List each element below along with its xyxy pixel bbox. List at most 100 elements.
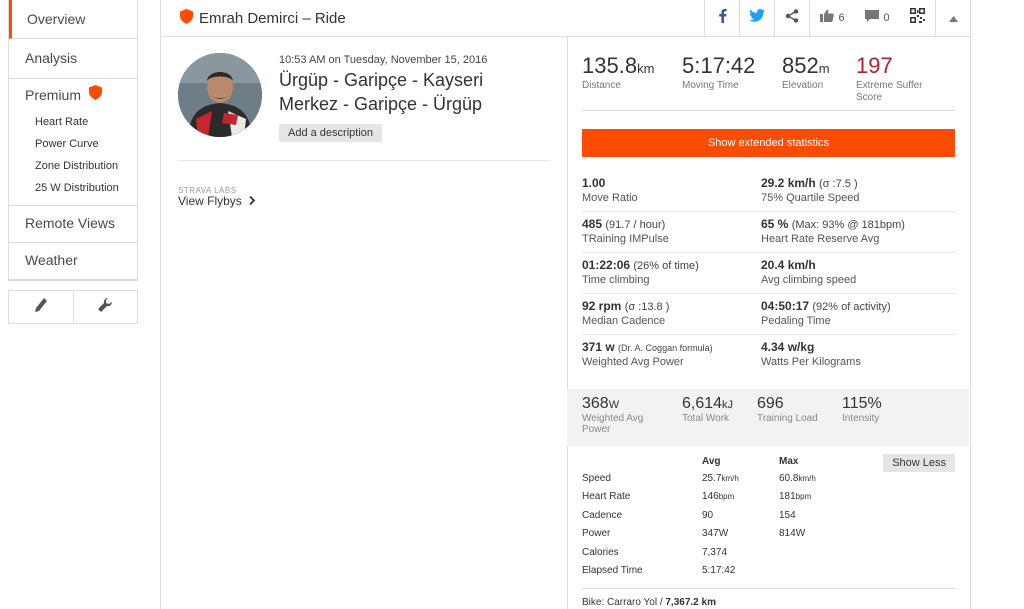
training-load-label: Training Load [757,413,818,424]
show-less-button[interactable]: Show Less [883,454,955,472]
activity-title: Ürgüp - Garipçe - Kayseri Merkez - Garip… [279,70,484,114]
max-value: 154 [779,509,796,521]
extended-stat-value: 20.4 km/h [761,258,816,272]
table-row: Speed 25.7km/h 60.8km/h [582,469,859,488]
activity-header-title: Emrah Demirci – Ride [199,9,346,27]
table-row: Cadence 90 154 [582,506,859,525]
edit-button[interactable] [9,291,73,323]
moving-time-label: Moving Time [682,80,739,91]
max-unit: W [795,528,806,540]
avg-unit: W [718,528,729,540]
table-row: Elapsed Time 5:17:42 [582,562,859,581]
table-row: Calories 7,374 [582,543,859,562]
thumbs-up-icon [820,9,835,27]
extended-stat-value: 485 [582,217,603,231]
elevation-label: Elevation [782,80,824,91]
extended-stat: 04:50:17 (92% of activity) Pedaling Time [761,294,955,335]
sidebar-item-zone-distribution[interactable]: Zone Distribution [9,155,137,177]
extended-stat-label: TRaining IMPulse [582,233,669,245]
share-icon [785,8,799,28]
avg-column-header: Avg [702,455,721,467]
sidebar-item-overview[interactable]: Overview [9,0,137,39]
wrench-icon [97,297,113,318]
comments-button[interactable]: 0 [855,0,900,36]
elevation-stat: 852m Elevation [782,54,856,110]
distance-unit: km [637,61,655,76]
max-column-header: Max [779,455,799,467]
row-label: Calories [582,546,619,558]
extended-stat: 20.4 km/h Avg climbing speed [761,253,955,294]
comment-icon [865,9,880,27]
avg-value: 25.7 [702,472,722,484]
collapse-button[interactable] [935,0,970,36]
moving-time-stat: 5:17:42 Moving Time [682,54,782,110]
view-flybys-link[interactable]: View Flybys [178,194,256,208]
twitter-icon [749,9,765,27]
extended-stat-label: Time climbing [582,274,650,286]
avg-value: 146 [702,491,719,503]
share-facebook-button[interactable] [704,0,739,36]
show-extended-statistics-button[interactable]: Show extended statistics [582,129,955,157]
sidebar-premium-section: Premium Heart Rate Power Curve Zone Dist… [9,79,137,206]
sidebar: Overview Analysis Premium Heart Rate Pow… [8,0,138,324]
extended-stat-label: Heart Rate Reserve Avg [761,233,880,245]
share-twitter-button[interactable] [739,0,774,36]
bike-info: Bike: Carraro Yol / 7,367.2 km [582,588,955,608]
extended-stat: 485 (91.7 / hour) TRaining IMPulse [582,212,761,253]
actions-button[interactable] [72,291,138,323]
extended-stat-value: 04:50:17 [761,299,810,313]
row-label: Elapsed Time [582,565,643,577]
extended-stat-label: Median Cadence [582,315,666,327]
suffer-score-stat: 197 Extreme Suffer Score [856,54,946,110]
comments-count: 0 [883,12,890,24]
suffer-score-value: 197 [856,53,893,78]
extended-stat-value: 01:22:06 [582,258,631,272]
athlete-avatar[interactable] [178,53,262,137]
extended-stat-value: 29.2 km/h [761,176,816,190]
row-label: Cadence [582,509,623,521]
weighted-power-unit: W [608,399,620,411]
elevation-unit: m [818,61,830,76]
facebook-icon [718,8,727,28]
extended-stat: 01:22:06 (26% of time) Time climbing [582,253,761,294]
extended-stat-note: (91.7 / hour) [605,219,666,231]
divider [178,160,550,161]
extended-stat-note: (26% of time) [633,260,699,272]
qr-code-button[interactable] [900,0,935,36]
bike-distance: 7,367.2 km [665,597,716,608]
view-flybys-label: View Flybys [178,194,242,208]
sidebar-item-power-curve[interactable]: Power Curve [9,133,137,155]
sidebar-item-analysis[interactable]: Analysis [9,39,137,79]
sidebar-item-remote-views[interactable]: Remote Views [9,206,137,243]
weighted-power-value: 368 [582,395,609,412]
row-label: Power [582,528,611,540]
extended-stat-note: (σ :13.8 ) [624,301,670,313]
extended-stat-label: Move Ratio [582,192,638,204]
extended-stats-grid: 1.00 Move Ratio 29.2 km/h (σ :7.5 ) 75% Qu… [582,171,955,376]
sidebar-item-premium[interactable]: Premium [9,79,137,111]
max-unit: bpm [795,492,812,502]
activity-stats: 135.8km Distance 5:17:42 Moving Time 852… [567,37,969,608]
total-work-unit: kJ [722,399,734,411]
intensity-stat: 115% Intensity [842,395,942,446]
add-description-button[interactable]: Add a description [279,124,382,142]
suffer-score-label: Extreme Suffer Score [856,80,923,103]
elevation-value: 852 [782,53,819,78]
row-label: Speed [582,472,611,484]
total-work-stat: 6,614kJ Total Work [682,395,757,446]
premium-label: Premium [25,87,82,103]
extended-stat-label: Pedaling Time [761,315,831,327]
intensity-label: Intensity [842,413,880,424]
share-button[interactable] [774,0,809,36]
extended-stat-note: (92% of activity) [812,301,891,313]
qr-code-icon [910,8,925,28]
sidebar-tools [8,290,138,324]
kudos-button[interactable]: 6 [809,0,855,36]
distance-stat: 135.8km Distance [582,54,682,110]
sidebar-item-heart-rate[interactable]: Heart Rate [9,111,137,133]
sidebar-item-25w-distribution[interactable]: 25 W Distribution [9,177,137,199]
sidebar-item-weather[interactable]: Weather [9,243,137,280]
max-value: 181 [779,491,796,503]
extended-stat-value: 65 % [761,217,789,231]
table-row: Power 347W 814W [582,525,859,544]
